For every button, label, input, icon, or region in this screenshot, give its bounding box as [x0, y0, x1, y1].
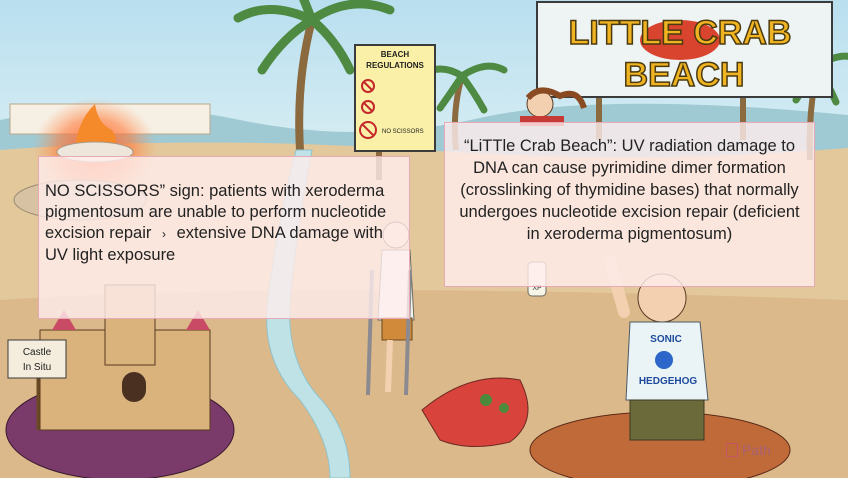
brand-name: Path	[742, 442, 771, 458]
shirt-line2: HEDGEHOG	[639, 376, 698, 387]
castle-sign-line1: Castle	[23, 347, 52, 358]
popup-right-text: “LiTTle Crab Beach”: UV radiation damage…	[459, 137, 800, 243]
regulations-title-line2: REGULATIONS	[366, 61, 424, 70]
castle-sign-line2: In Situ	[23, 362, 51, 373]
brand-watermark: Path	[726, 440, 771, 460]
no-scissors-label: NO SCISSORS	[382, 129, 424, 135]
regulations-title-line1: BEACH	[381, 50, 410, 59]
shirt-line1: SONIC	[650, 334, 682, 345]
crab-sign-line1: LITTLE CRAB	[569, 14, 792, 52]
brand-logo-icon	[726, 443, 738, 457]
info-popup-little-crab-beach: “LiTTle Crab Beach”: UV radiation damage…	[444, 122, 815, 287]
crab-sign-line2: BEACH	[624, 56, 745, 94]
arrow-right-icon: ›	[161, 227, 166, 241]
info-popup-no-scissors: NO SCISSORS” sign: patients with xeroder…	[38, 156, 410, 319]
